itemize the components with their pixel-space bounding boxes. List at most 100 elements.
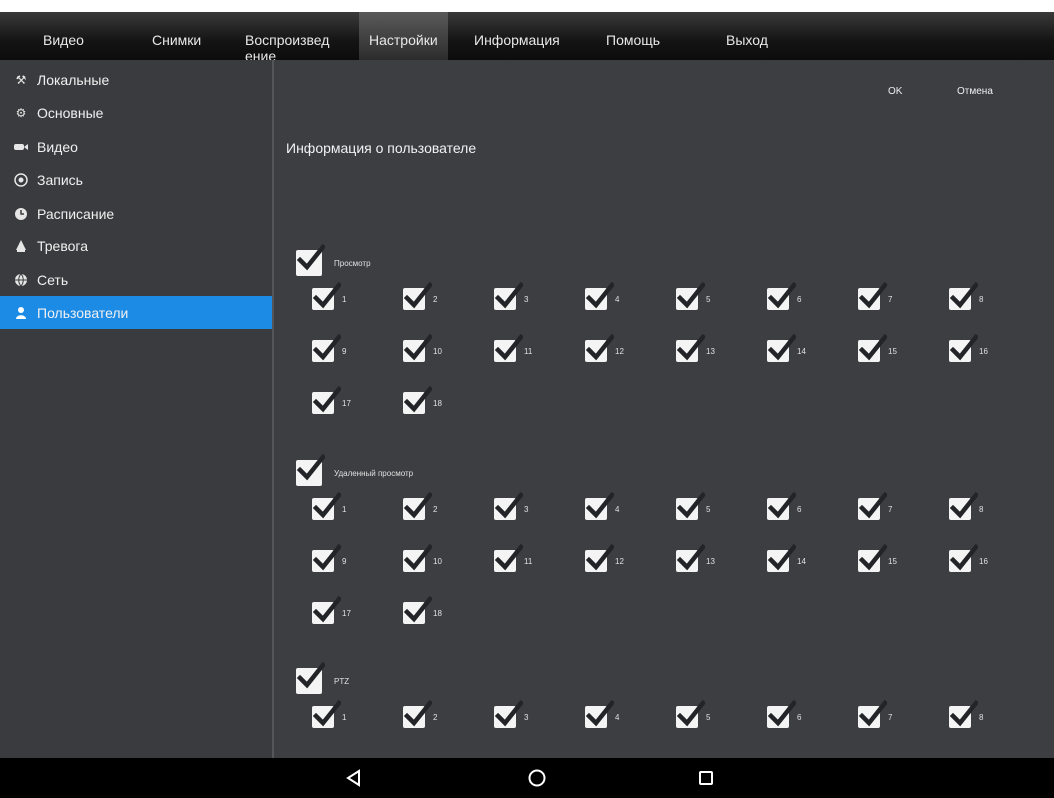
check-icon <box>403 334 432 362</box>
channel-checkbox[interactable]: 4 <box>585 282 619 310</box>
channel-checkbox[interactable]: 5 <box>676 492 711 520</box>
sidebar-item-local[interactable]: ⚒ Локальные <box>0 63 272 96</box>
check-icon <box>494 700 523 728</box>
channel-checkbox[interactable]: 3 <box>494 492 529 520</box>
channel-checkbox[interactable]: 7 <box>858 282 892 310</box>
channel-checkbox[interactable]: 12 <box>585 334 624 362</box>
channel-checkbox[interactable]: 4 <box>585 492 620 520</box>
channel-checkbox[interactable]: 5 <box>676 700 710 728</box>
channel-label: 2 <box>433 504 438 514</box>
group-checkbox[interactable]: Просмотр <box>296 244 371 276</box>
channel-checkbox[interactable]: 14 <box>767 544 806 572</box>
channel-checkbox[interactable]: 11 <box>494 544 532 572</box>
menu-information[interactable]: Информация <box>474 12 560 60</box>
channel-checkbox[interactable]: 6 <box>767 282 801 310</box>
menu-playback[interactable]: Воспроизвед ение <box>245 12 345 64</box>
back-icon[interactable] <box>344 768 364 788</box>
channel-checkbox[interactable]: 6 <box>767 700 801 728</box>
check-icon <box>585 544 614 572</box>
sidebar-item-label: Тревога <box>37 237 88 254</box>
channel-checkbox[interactable]: 1 <box>312 700 347 728</box>
channel-label: 5 <box>706 504 711 514</box>
channel-checkbox[interactable]: 10 <box>403 544 442 572</box>
channel-checkbox[interactable]: 4 <box>585 700 620 728</box>
menu-bar: Видео Снимки Воспроизвед ение Настройки … <box>0 12 1054 64</box>
check-icon <box>403 544 432 572</box>
android-nav-bar <box>0 758 1054 798</box>
channel-checkbox[interactable]: 14 <box>767 334 806 362</box>
channel-label: 8 <box>979 294 984 304</box>
channel-label: 18 <box>433 398 442 408</box>
home-icon[interactable] <box>527 768 547 788</box>
alarm-icon <box>14 239 28 253</box>
channel-checkbox[interactable]: 8 <box>949 282 984 310</box>
sidebar-item-users[interactable]: Пользователи <box>0 296 272 329</box>
channel-checkbox[interactable]: 17 <box>312 596 351 624</box>
sidebar-item-network[interactable]: Сеть <box>0 263 272 296</box>
channel-checkbox[interactable]: 1 <box>312 492 346 520</box>
channel-checkbox[interactable]: 9 <box>312 544 346 572</box>
ok-button[interactable]: OK <box>888 86 902 97</box>
user-settings-panel: OK Отмена Информация о пользователе Прос… <box>274 60 1054 758</box>
channel-checkbox[interactable]: 16 <box>949 544 988 572</box>
channel-checkbox[interactable]: 5 <box>676 282 710 310</box>
channel-label: 4 <box>615 504 620 514</box>
sidebar-item-general[interactable]: ⚙ Основные <box>0 96 272 129</box>
menu-help[interactable]: Помощь <box>606 12 660 60</box>
channel-checkbox[interactable]: 2 <box>403 700 437 728</box>
user-icon <box>14 306 28 320</box>
channel-checkbox[interactable]: 3 <box>494 700 528 728</box>
group-label: Просмотр <box>334 258 371 268</box>
cancel-button[interactable]: Отмена <box>957 86 993 97</box>
channel-label: 3 <box>524 504 529 514</box>
sidebar-item-schedule[interactable]: Расписание <box>0 197 272 230</box>
sidebar-item-alarm[interactable]: Тревога <box>0 229 272 262</box>
channel-label: 3 <box>524 294 529 304</box>
channel-label: 12 <box>615 346 624 356</box>
gear-icon: ⚙ <box>15 105 27 120</box>
channel-checkbox[interactable]: 7 <box>858 700 892 728</box>
record-icon <box>14 172 28 187</box>
menu-exit[interactable]: Выход <box>726 12 768 60</box>
channel-checkbox[interactable]: 18 <box>403 386 442 414</box>
channel-checkbox[interactable]: 9 <box>312 334 347 362</box>
channel-label: 10 <box>433 556 442 566</box>
channel-checkbox[interactable]: 3 <box>494 282 529 310</box>
channel-checkbox[interactable]: 8 <box>949 492 983 520</box>
group-label: Удаленный просмотр <box>334 468 414 478</box>
sidebar-item-video[interactable]: Видео <box>0 130 272 163</box>
check-icon <box>676 700 705 728</box>
channel-checkbox[interactable]: 18 <box>403 596 442 624</box>
recents-icon[interactable] <box>696 768 716 788</box>
channel-label: 1 <box>342 294 347 304</box>
check-icon <box>949 334 978 362</box>
channel-checkbox[interactable]: 1 <box>312 282 347 310</box>
group-checkbox[interactable]: PTZ <box>296 662 349 694</box>
channel-checkbox[interactable]: 17 <box>312 386 351 414</box>
group-checkbox[interactable]: Удаленный просмотр <box>296 454 414 486</box>
channel-checkbox[interactable]: 10 <box>403 334 442 362</box>
sidebar-item-record[interactable]: Запись <box>0 163 272 196</box>
channel-checkbox[interactable]: 6 <box>767 492 801 520</box>
channel-checkbox[interactable]: 2 <box>403 282 438 310</box>
channel-checkbox[interactable]: 13 <box>676 544 715 572</box>
channel-checkbox[interactable]: 7 <box>858 492 892 520</box>
channel-label: 9 <box>342 346 347 356</box>
channel-checkbox[interactable]: 15 <box>858 544 897 572</box>
channel-checkbox[interactable]: 15 <box>858 334 897 362</box>
channel-label: 12 <box>615 556 624 566</box>
menu-settings[interactable]: Настройки <box>359 12 448 60</box>
channel-label: 2 <box>433 294 438 304</box>
channel-checkbox[interactable]: 13 <box>676 334 715 362</box>
channel-checkbox[interactable]: 16 <box>949 334 988 362</box>
check-icon <box>767 492 796 520</box>
channel-checkbox[interactable]: 8 <box>949 700 983 728</box>
channel-checkbox[interactable]: 12 <box>585 544 624 572</box>
channel-checkbox[interactable]: 2 <box>403 492 438 520</box>
channel-label: 1 <box>342 712 347 722</box>
channel-checkbox[interactable]: 11 <box>494 334 532 362</box>
menu-snapshots[interactable]: Снимки <box>152 12 201 60</box>
check-icon <box>585 334 614 362</box>
menu-video[interactable]: Видео <box>43 12 84 60</box>
channel-label: 4 <box>615 712 620 722</box>
